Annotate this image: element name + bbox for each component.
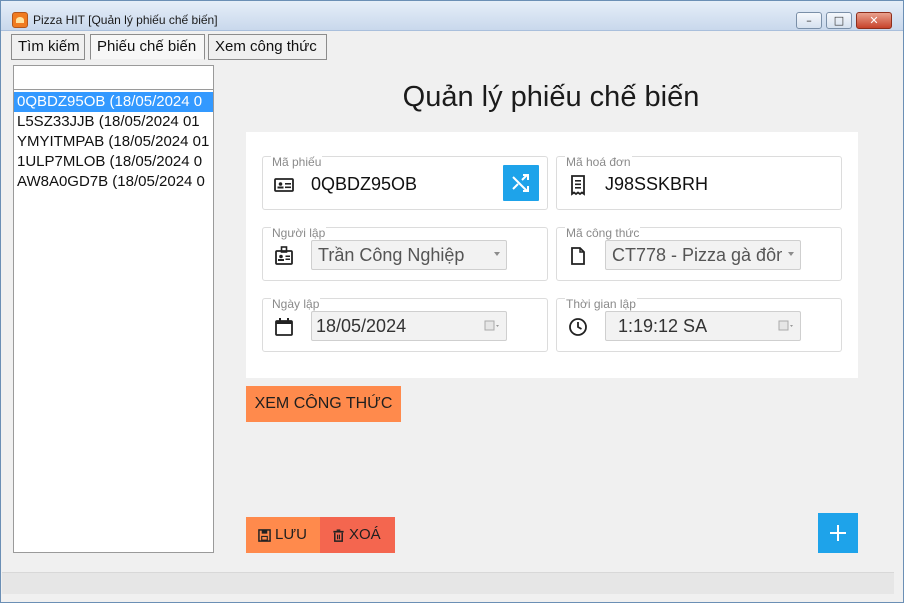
chevron-down-icon: [788, 252, 794, 256]
plus-icon: [830, 525, 846, 541]
trash-icon: [333, 529, 344, 542]
shuffle-icon: [512, 174, 529, 192]
list-item[interactable]: L5SZ33JJB (18/05/2024 01: [14, 112, 213, 132]
title-bar: Pizza HIT [Quản lý phiếu chế biến] – □ ✕: [1, 1, 903, 31]
list-item[interactable]: AW8A0GD7B (18/05/2024 0: [14, 172, 213, 192]
created-time-field: Thời gian lập 1:19:12 SA: [556, 297, 842, 352]
slip-code-label: Mã phiếu: [271, 155, 323, 169]
slip-code-value: 0QBDZ95OB: [311, 174, 418, 194]
created-date-field: Ngày lập 18/05/2024: [262, 297, 548, 352]
view-formula-button[interactable]: XEM CÔNG THỨC: [246, 386, 401, 422]
receipt-icon: [571, 175, 585, 196]
clock-icon: [569, 318, 587, 336]
pizza-app-icon: [12, 12, 28, 28]
invoice-code-label: Mã hoá đơn: [565, 155, 632, 169]
list-item[interactable]: 0QBDZ95OB (18/05/2024 0: [14, 92, 213, 112]
shuffle-button[interactable]: [503, 165, 539, 201]
slip-code-field: Mã phiếu 0QBDZ95OB: [262, 155, 548, 210]
delete-label: XOÁ: [349, 526, 381, 543]
close-button[interactable]: ✕: [856, 12, 892, 29]
created-date-picker[interactable]: 18/05/2024: [311, 311, 507, 341]
creator-select[interactable]: Trần Công Nghiệp: [311, 240, 507, 270]
time-dropdown-icon[interactable]: [778, 320, 796, 332]
search-input[interactable]: [14, 66, 213, 90]
tab-view-formula[interactable]: Xem công thức: [208, 34, 327, 60]
slip-list-panel: 0QBDZ95OB (18/05/2024 0 L5SZ33JJB (18/05…: [13, 65, 214, 553]
document-icon: [571, 247, 585, 265]
floppy-icon: [258, 529, 271, 542]
calendar-dropdown-icon[interactable]: [484, 320, 502, 332]
calendar-icon: [275, 318, 293, 336]
page-title: Quản lý phiếu chế biến: [402, 81, 700, 113]
created-time-picker[interactable]: 1:19:12 SA: [605, 311, 801, 341]
list-item[interactable]: YMYITMPAB (18/05/2024 01: [14, 132, 213, 152]
minimize-button[interactable]: –: [796, 12, 822, 29]
creator-selected-value: Trần Công Nghiệp: [318, 245, 465, 265]
add-button[interactable]: [818, 513, 858, 553]
created-time-label: Thời gian lập: [565, 297, 637, 311]
form-card: Mã phiếu 0QBDZ95OB Mã hoá đơn J98SSKBRH …: [246, 132, 858, 378]
creator-field: Người lập Trần Công Nghiệp: [262, 226, 548, 281]
window-title: Pizza HIT [Quản lý phiếu chế biến]: [33, 13, 218, 27]
created-date-value: 18/05/2024: [316, 316, 407, 336]
slip-list[interactable]: 0QBDZ95OB (18/05/2024 0 L5SZ33JJB (18/05…: [14, 92, 213, 192]
tab-search[interactable]: Tìm kiếm: [11, 34, 85, 60]
save-button[interactable]: LƯU: [246, 517, 320, 553]
created-date-label: Ngày lập: [271, 297, 321, 311]
save-label: LƯU: [275, 526, 307, 543]
created-time-value: 1:19:12 SA: [618, 316, 708, 336]
status-bar: [2, 572, 894, 594]
invoice-code-field: Mã hoá đơn J98SSKBRH: [556, 155, 842, 210]
tab-processing-slip[interactable]: Phiếu chế biến: [90, 34, 205, 60]
creator-label: Người lập: [271, 226, 327, 240]
list-item[interactable]: 1ULP7MLOB (18/05/2024 0: [14, 152, 213, 172]
formula-selected-value: CT778 - Pizza gà đôn: [612, 245, 782, 265]
formula-select[interactable]: CT778 - Pizza gà đôn: [605, 240, 801, 270]
formula-code-label: Mã công thức: [565, 226, 641, 240]
maximize-button[interactable]: □: [826, 12, 852, 29]
invoice-code-value: J98SSKBRH: [605, 174, 709, 194]
person-badge-icon: [275, 246, 293, 265]
formula-code-field: Mã công thức CT778 - Pizza gà đôn: [556, 226, 842, 281]
id-card-icon: [274, 178, 294, 192]
chevron-down-icon: [494, 252, 500, 256]
delete-button[interactable]: XOÁ: [320, 517, 395, 553]
app-window: Pizza HIT [Quản lý phiếu chế biến] – □ ✕…: [0, 0, 904, 603]
